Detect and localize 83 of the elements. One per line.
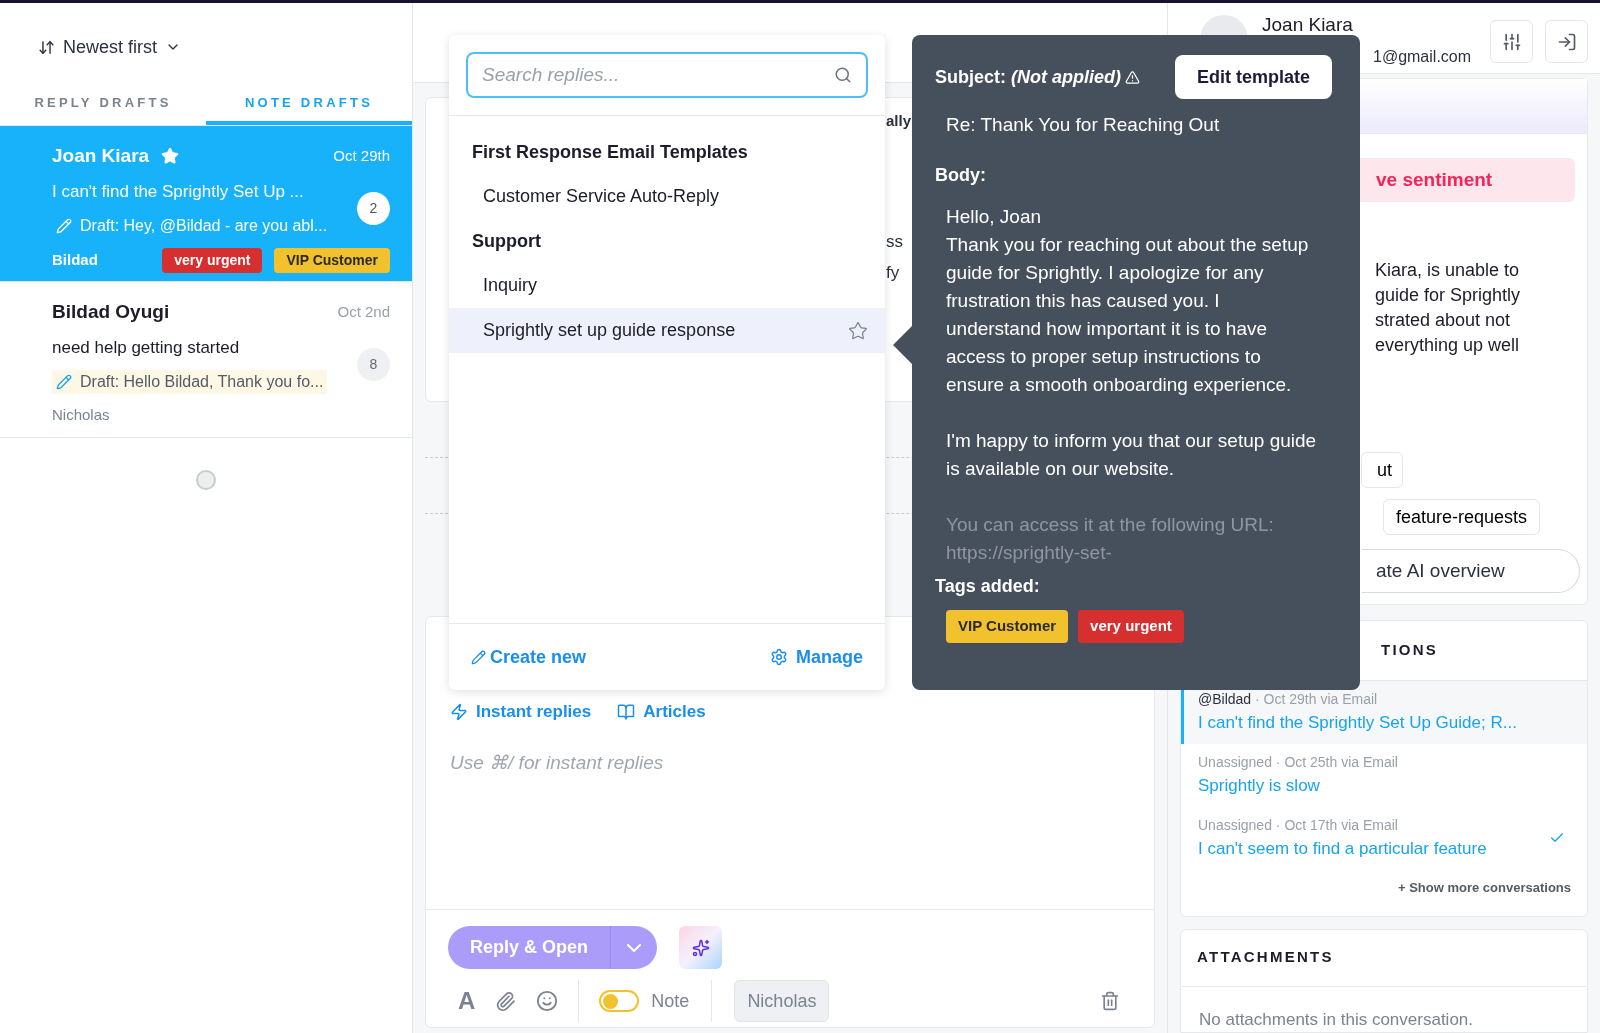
chevron-down-icon <box>627 943 642 952</box>
pencil-icon <box>56 374 72 390</box>
conversation-date: Oct 2nd <box>337 302 390 322</box>
message-text: ally <box>886 111 912 131</box>
subject-label: Subject: (Not applied) <box>935 65 1122 89</box>
pencil-icon <box>56 218 72 234</box>
conversation-subject: I can't find the Sprightly Set Up ... <box>52 180 305 203</box>
settings-icon <box>769 648 788 666</box>
summary-text: strated about not <box>1375 309 1512 333</box>
conversation-item[interactable]: Joan Kiara Oct 29th I can't find the Sprightly Set Up ... Draft: Hey, @Bildad - are you abl... 2 Bildad very urgent VIP Customer <box>0 126 412 282</box>
related-conversation[interactable]: @Bildad · Oct 29th via Email I can't find the Sprightly Set Up Guide; R... <box>1181 680 1587 744</box>
emoji-icon[interactable] <box>536 990 559 1012</box>
template-item[interactable]: Customer Service Auto-Reply <box>449 174 885 219</box>
sort-dropdown[interactable]: Newest first <box>38 35 182 59</box>
tag: very urgent <box>162 248 263 273</box>
tag: very urgent <box>1078 609 1184 643</box>
message-text: ss <box>886 230 903 253</box>
message-count: 2 <box>357 191 390 225</box>
sign-in-icon <box>1556 31 1577 52</box>
book-icon <box>617 703 636 721</box>
exit-button[interactable] <box>1545 20 1588 63</box>
template-subject: Re: Thank You for Reaching Out <box>945 113 1221 137</box>
contact-name: Joan Kiara <box>1262 15 1353 35</box>
drafts-tab[interactable]: REPLY DRAFTS <box>0 93 206 125</box>
template-body-text: Hello, Joan Thank you for reaching out about the setup guide for Sprightly. I apologize for any frustration this has caused you. I understand how important it is to have access to proper setup instructions to ensure a smooth onboarding experience. <box>946 204 1310 397</box>
search-field[interactable]: Search replies... <box>466 52 868 98</box>
filter-button[interactable] <box>1490 20 1533 63</box>
summary-text: Kiara, is unable to <box>1375 259 1521 283</box>
conversation-date: Oct 29th <box>333 146 390 166</box>
note-toggle[interactable] <box>599 990 640 1012</box>
message-count: 8 <box>357 347 390 381</box>
topic-tag[interactable]: feature-requests <box>1383 499 1541 536</box>
conversation-title: I can't find the Sprightly Set Up Guide; R... <box>1198 711 1517 734</box>
sparkles-icon <box>691 938 710 957</box>
lightning-icon <box>450 703 468 721</box>
section-heading: TIONS <box>1381 639 1439 660</box>
tag: VIP Customer <box>946 609 1069 643</box>
template-group-title: First Response Email Templates <box>471 140 749 164</box>
loading-spinner <box>196 470 216 490</box>
template-item[interactable]: Inquiry <box>449 263 885 308</box>
empty-message: No attachments in this conversation. <box>1198 1008 1475 1031</box>
conversation-title: Sprightly is slow <box>1198 774 1321 797</box>
edit-template-button[interactable]: Edit template <box>1174 55 1332 99</box>
summary-text: guide for Sprightly <box>1375 284 1522 308</box>
conversation-meta: Unassigned · Oct 25th via Email <box>1198 752 1398 772</box>
conversation-meta: @Bildad · Oct 29th via Email <box>1198 689 1379 709</box>
text-format-button[interactable]: A <box>458 989 476 1013</box>
show-more-link[interactable]: + Show more conversations <box>1397 877 1571 898</box>
summary-text: everything up well <box>1375 334 1521 358</box>
contact-name: Bildad Oyugi <box>52 300 170 324</box>
reply-input[interactable]: Use ⌘/ for instant replies <box>450 749 1130 899</box>
tag: VIP Customer <box>274 248 390 273</box>
attachment-icon[interactable] <box>495 990 517 1012</box>
template-body-text: You can access it at the following URL: https://sprightly-set- <box>946 512 1275 563</box>
note-label: Note <box>651 989 690 1013</box>
draft-preview: Draft: Hello Bildad, Thank you fo... <box>80 372 324 392</box>
pencil-icon <box>471 649 486 665</box>
draft-preview: Draft: Hey, @Bildad - are you abl... <box>80 216 328 236</box>
body-label: Body: <box>934 163 987 187</box>
assignee-name: Nicholas <box>52 405 110 425</box>
trash-icon[interactable] <box>1100 991 1120 1011</box>
topic-tag[interactable]: ut <box>1361 452 1403 489</box>
contact-email: 1@gmail.com <box>1373 47 1472 67</box>
template-body-text: I'm happy to inform you that our setup guide is available on our website. <box>946 428 1318 481</box>
template-item[interactable]: Sprightly set up guide response <box>449 308 885 353</box>
conversation-meta: Unassigned · Oct 17th via Email <box>1198 815 1399 835</box>
sort-icon <box>38 38 55 56</box>
section-heading: ATTACHMENTS <box>1197 947 1334 968</box>
sliders-icon <box>1501 31 1522 52</box>
warning-icon <box>1125 69 1141 85</box>
template-name: Customer Service Auto-Reply <box>483 185 720 208</box>
contact-name: Joan Kiara <box>52 144 150 168</box>
conversation-title: I can't seem to find a particular feature <box>1198 837 1487 860</box>
assignee-name: Bildad <box>52 250 98 271</box>
star-icon[interactable] <box>848 320 868 341</box>
conversation-subject: need help getting started <box>52 336 241 359</box>
template-name: Sprightly set up guide response <box>483 319 736 342</box>
template-group-title: Support <box>471 229 542 253</box>
template-name: Inquiry <box>483 274 538 297</box>
ai-assist-button[interactable] <box>679 926 723 969</box>
search-icon <box>834 66 852 84</box>
message-text: fy <box>886 262 900 284</box>
tags-label: Tags added: <box>934 574 1041 598</box>
